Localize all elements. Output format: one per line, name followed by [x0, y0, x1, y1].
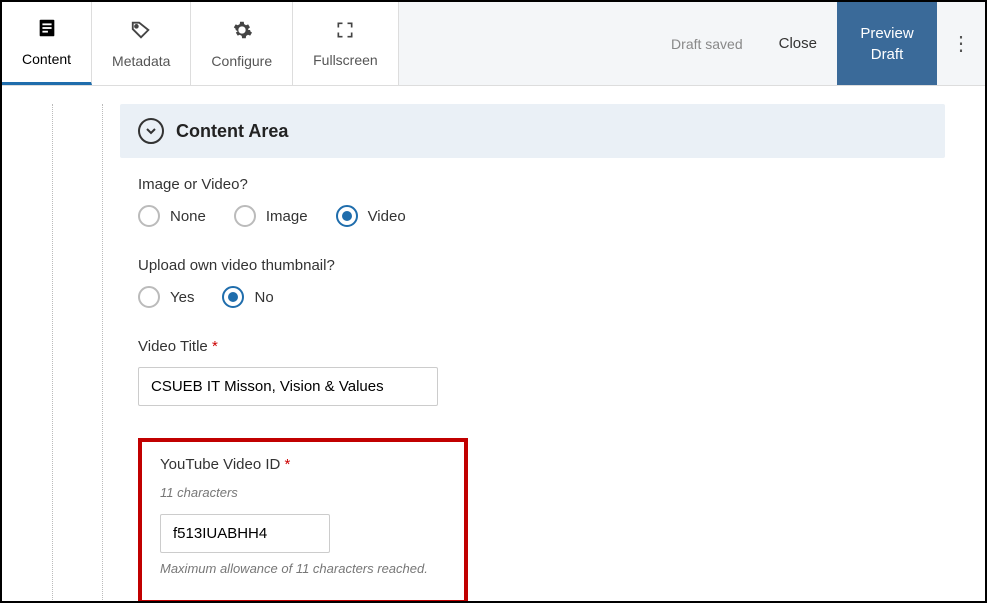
youtube-id-hint: 11 characters [160, 485, 446, 500]
image-or-video-label: Image or Video? [138, 176, 945, 193]
radio-icon [336, 205, 358, 227]
collapse-toggle[interactable] [138, 118, 164, 144]
radio-image[interactable]: Image [234, 205, 308, 227]
more-menu-button[interactable]: ⋮ [937, 31, 985, 56]
radio-icon [222, 286, 244, 308]
tab-fullscreen-label: Fullscreen [313, 52, 378, 68]
radio-video-label: Video [368, 208, 406, 225]
upload-thumbnail-radios: Yes No [138, 286, 945, 308]
preview-draft-button[interactable]: Preview Draft [837, 2, 937, 85]
radio-no[interactable]: No [222, 286, 273, 308]
radio-no-label: No [254, 289, 273, 306]
youtube-id-callout: YouTube Video ID * 11 characters Maximum… [138, 438, 468, 601]
tab-configure-label: Configure [211, 53, 272, 69]
radio-image-label: Image [266, 208, 308, 225]
radio-none[interactable]: None [138, 205, 206, 227]
toolbar: Content Metadata Configure Fullscreen Dr… [2, 2, 985, 86]
gear-icon [231, 19, 253, 47]
tab-configure[interactable]: Configure [191, 2, 293, 85]
upload-thumbnail-label: Upload own video thumbnail? [138, 257, 945, 274]
radio-icon [138, 286, 160, 308]
toolbar-right: Draft saved Close Preview Draft ⋮ [655, 2, 985, 85]
radio-icon [234, 205, 256, 227]
content-area: Content Area Image or Video? None [2, 86, 985, 601]
section-title: Content Area [176, 121, 288, 142]
radio-yes[interactable]: Yes [138, 286, 194, 308]
youtube-id-max-warning: Maximum allowance of 11 characters reach… [160, 561, 446, 576]
preview-line1: Preview [860, 23, 913, 44]
draft-saved-status: Draft saved [655, 36, 759, 52]
more-icon: ⋮ [951, 31, 971, 56]
tab-content[interactable]: Content [2, 2, 92, 85]
video-title-label: Video Title * [138, 338, 945, 355]
preview-line2: Draft [871, 44, 904, 65]
section-header-content-area: Content Area [120, 104, 945, 158]
image-or-video-radios: None Image Video [138, 205, 945, 227]
tab-fullscreen[interactable]: Fullscreen [293, 2, 399, 85]
chevron-down-icon [145, 125, 157, 137]
youtube-id-label: YouTube Video ID * [160, 456, 446, 473]
youtube-id-input[interactable] [160, 514, 330, 553]
tag-icon [130, 19, 152, 47]
tree-guide-line [52, 104, 53, 601]
document-icon [36, 17, 58, 45]
tab-metadata-label: Metadata [112, 53, 170, 69]
form-area: Image or Video? None Image [120, 158, 945, 601]
toolbar-spacer [399, 2, 655, 85]
close-button[interactable]: Close [759, 35, 837, 52]
tree-guide-line [102, 104, 103, 601]
radio-none-label: None [170, 208, 206, 225]
radio-yes-label: Yes [170, 289, 194, 306]
fullscreen-icon [335, 20, 355, 46]
tab-content-label: Content [22, 51, 71, 67]
video-title-input[interactable] [138, 367, 438, 406]
radio-icon [138, 205, 160, 227]
radio-video[interactable]: Video [336, 205, 406, 227]
tab-metadata[interactable]: Metadata [92, 2, 191, 85]
